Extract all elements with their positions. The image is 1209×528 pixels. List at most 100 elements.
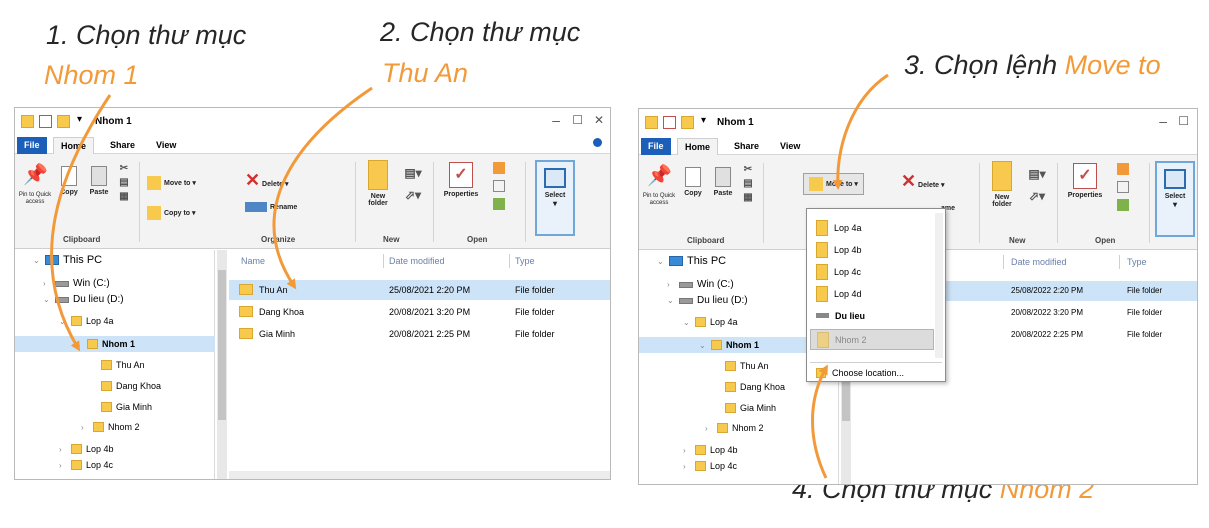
dropdown-item-lop-4d[interactable]: Lop 4d bbox=[810, 283, 934, 304]
nav-drive-c[interactable]: › Win (C:) bbox=[43, 278, 110, 289]
nav-lop-4c[interactable]: › Lop 4c bbox=[59, 460, 113, 470]
open-group-label: Open bbox=[1095, 236, 1116, 245]
nav-lop-4b[interactable]: › Lop 4b bbox=[59, 444, 114, 454]
copy-to-label: Copy to ▾ bbox=[164, 209, 196, 217]
select-button[interactable]: Select ▾ bbox=[535, 160, 575, 236]
tab-view[interactable]: View bbox=[149, 137, 183, 154]
properties-quick-icon[interactable] bbox=[663, 116, 676, 129]
new-folder-quick-icon[interactable] bbox=[57, 115, 70, 128]
dropdown-item-lop-4c[interactable]: Lop 4c bbox=[810, 261, 934, 282]
move-to-button[interactable]: Move to ▾ bbox=[803, 173, 864, 195]
move-to-button[interactable]: Move to ▾ bbox=[147, 176, 196, 190]
select-button[interactable]: Select ▾ bbox=[1155, 161, 1195, 237]
minimize-button[interactable]: – bbox=[1159, 113, 1167, 129]
maximize-button[interactable]: ☐ bbox=[1178, 114, 1189, 128]
nav-nhom-1[interactable]: ⌄ Nhom 1 bbox=[15, 336, 215, 352]
step3-command: Move to bbox=[1064, 50, 1161, 80]
delete-label: Delete ▾ bbox=[918, 182, 945, 189]
table-row[interactable]: Thu An 25/08/2021 2:20 PM File folder bbox=[229, 280, 610, 300]
paste-button[interactable]: Paste bbox=[709, 167, 737, 197]
pc-icon bbox=[45, 255, 59, 265]
nav-thu-an[interactable]: Thu An bbox=[725, 361, 769, 371]
copy-to-button[interactable]: Copy to ▾ bbox=[147, 206, 196, 220]
properties-button[interactable]: ✓ Properties bbox=[1065, 163, 1105, 199]
copy-button[interactable]: Copy bbox=[55, 166, 83, 196]
new-folder-quick-icon[interactable] bbox=[681, 116, 694, 129]
column-date-modified[interactable]: Date modified bbox=[389, 256, 445, 266]
column-type[interactable]: Type bbox=[1127, 257, 1147, 267]
tab-home[interactable]: Home bbox=[677, 138, 719, 155]
step2-caption: 2. Chọn thư mục bbox=[380, 17, 581, 47]
paste-button[interactable]: Paste bbox=[85, 166, 113, 196]
tab-view[interactable]: View bbox=[773, 138, 807, 155]
nav-lop-4a[interactable]: ⌄ Lop 4a bbox=[59, 316, 114, 326]
table-row[interactable]: Gia Minh 20/08/2021 2:25 PM File folder bbox=[229, 324, 610, 344]
close-button[interactable]: ✕ bbox=[594, 113, 604, 127]
open-small-icons[interactable] bbox=[1113, 161, 1135, 215]
nav-nhom-2[interactable]: › Nhom 2 bbox=[81, 422, 140, 432]
tab-file[interactable]: File bbox=[17, 137, 47, 154]
clipboard-small-icons[interactable]: ✂ ▤ ▦ bbox=[741, 163, 755, 205]
help-icon[interactable] bbox=[593, 138, 602, 147]
minimize-button[interactable]: – bbox=[552, 112, 560, 128]
nav-thu-an[interactable]: Thu An bbox=[101, 360, 145, 370]
copy-button[interactable]: Copy bbox=[679, 167, 707, 197]
tab-file[interactable]: File bbox=[641, 138, 671, 155]
column-date-modified[interactable]: Date modified bbox=[1011, 257, 1067, 267]
dropdown-item-nhom-2[interactable]: Nhom 2 bbox=[810, 329, 934, 350]
maximize-button[interactable]: ☐ bbox=[572, 113, 583, 127]
nav-lop-4c[interactable]: › Lop 4c bbox=[683, 461, 737, 471]
scroll-thumb[interactable] bbox=[218, 270, 226, 420]
dropdown-scrollbar[interactable] bbox=[935, 213, 943, 358]
table-row[interactable]: Dang Khoa 20/08/2021 3:20 PM File folder bbox=[229, 302, 610, 322]
dropdown-item-lop-4a[interactable]: Lop 4a bbox=[810, 217, 934, 238]
properties-button[interactable]: ✓ Properties bbox=[441, 162, 481, 198]
horizontal-scrollbar[interactable] bbox=[229, 471, 610, 479]
column-name[interactable]: Name bbox=[241, 256, 265, 266]
folder-icon bbox=[21, 115, 34, 128]
quick-access-dropdown-icon[interactable]: ▾ bbox=[77, 114, 82, 125]
open-small-icons[interactable] bbox=[489, 160, 511, 214]
dropdown-item-lop-4b[interactable]: Lop 4b bbox=[810, 239, 934, 260]
new-folder-button[interactable]: New folder bbox=[985, 161, 1019, 208]
nav-drive-d[interactable]: ⌄ Du lieu (D:) bbox=[667, 295, 748, 306]
tab-share[interactable]: Share bbox=[103, 137, 142, 154]
quick-access-dropdown-icon[interactable]: ▾ bbox=[701, 115, 706, 126]
tab-home[interactable]: Home bbox=[53, 137, 95, 154]
delete-button[interactable]: ✕ Delete ▾ bbox=[245, 170, 289, 191]
nav-this-pc[interactable]: ⌄ This PC bbox=[657, 255, 726, 267]
dropdown-choose-location[interactable]: Choose location... bbox=[810, 365, 934, 381]
chevron-icon: ⌄ bbox=[657, 256, 664, 266]
nav-dang-khoa[interactable]: Dang Khoa bbox=[725, 382, 785, 392]
nav-dang-khoa[interactable]: Dang Khoa bbox=[101, 381, 161, 391]
new-folder-button[interactable]: New folder bbox=[361, 160, 395, 207]
folder-icon bbox=[817, 331, 829, 348]
nav-lop-4b[interactable]: › Lop 4b bbox=[683, 445, 738, 455]
copy-to-icon bbox=[147, 206, 161, 220]
tab-share[interactable]: Share bbox=[727, 138, 766, 155]
pin-quick-access-button[interactable]: 📌 Pin to Quick access bbox=[17, 162, 53, 205]
nav-scrollbar[interactable] bbox=[217, 250, 227, 479]
nav-gia-minh[interactable]: Gia Minh bbox=[725, 403, 776, 413]
clipboard-group-label: Clipboard bbox=[687, 236, 725, 245]
divider bbox=[1149, 163, 1150, 243]
row-type: File folder bbox=[1127, 286, 1163, 295]
nav-this-pc[interactable]: ⌄ This PC bbox=[33, 254, 102, 266]
pin-quick-access-button[interactable]: 📌 Pin to Quick access bbox=[641, 163, 677, 206]
nav-nhom-2[interactable]: › Nhom 2 bbox=[705, 423, 764, 433]
rename-button[interactable]: Rename bbox=[245, 202, 297, 212]
step3-caption: 3. Chọn lệnh Move to bbox=[904, 50, 1161, 81]
delete-button[interactable]: ✕ Delete ▾ bbox=[901, 171, 945, 192]
clipboard-small-icons[interactable]: ✂ ▤ ▦ bbox=[117, 162, 131, 204]
new-item-icons[interactable]: ▤▾ ⬀▾ bbox=[401, 162, 425, 206]
delete-label: Delete ▾ bbox=[262, 181, 289, 188]
nav-drive-c[interactable]: › Win (C:) bbox=[667, 279, 734, 290]
column-type[interactable]: Type bbox=[515, 256, 535, 266]
nav-drive-d[interactable]: ⌄ Du lieu (D:) bbox=[43, 294, 124, 305]
nav-lop-4a[interactable]: ⌄ Lop 4a bbox=[683, 317, 738, 327]
dropdown-item-du-lieu[interactable]: Du lieu bbox=[810, 305, 934, 326]
nav-gia-minh[interactable]: Gia Minh bbox=[101, 402, 152, 412]
properties-quick-icon[interactable] bbox=[39, 115, 52, 128]
pin-icon: 📌 bbox=[23, 164, 48, 186]
new-item-icons[interactable]: ▤▾ ⬀▾ bbox=[1025, 163, 1049, 207]
